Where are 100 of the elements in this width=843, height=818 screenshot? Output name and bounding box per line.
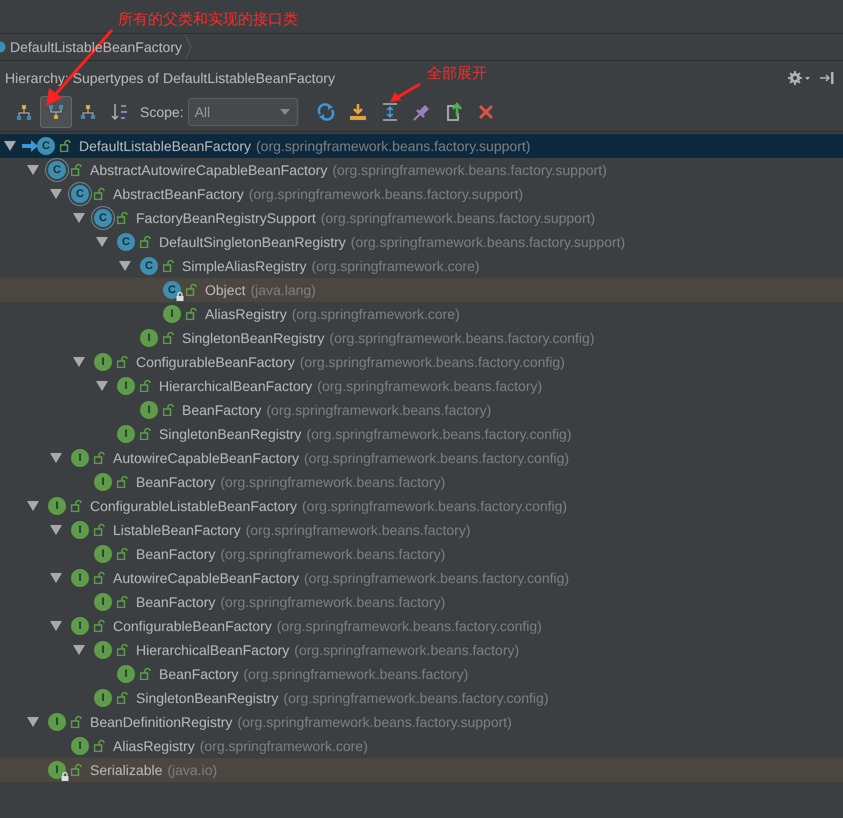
padlock-icon bbox=[94, 620, 105, 632]
type-name: AliasRegistry bbox=[205, 306, 287, 322]
type-name: ConfigurableBeanFactory bbox=[136, 354, 295, 370]
package-name: (org.springframework.beans.factory.config) bbox=[300, 354, 565, 370]
expand-triangle-icon[interactable] bbox=[73, 645, 85, 655]
breadcrumb-separator-icon bbox=[184, 34, 192, 60]
interface-icon: I bbox=[48, 497, 66, 515]
settings-icon[interactable] bbox=[787, 70, 811, 86]
tree-row[interactable]: I AutowireCapableBeanFactory (org.springframework.beans.factory.config) bbox=[0, 446, 843, 470]
interface-icon: I bbox=[140, 401, 158, 419]
type-name: HierarchicalBeanFactory bbox=[159, 378, 312, 394]
tree-row[interactable]: C SimpleAliasRegistry (org.springframework.core) bbox=[0, 254, 843, 278]
expand-triangle-icon[interactable] bbox=[50, 453, 62, 463]
download-icon[interactable] bbox=[348, 102, 368, 122]
sort-icon[interactable] bbox=[110, 102, 130, 122]
package-name: (java.lang) bbox=[250, 282, 316, 298]
expand-triangle-icon[interactable] bbox=[27, 165, 39, 175]
tree-row[interactable]: I AliasRegistry (org.springframework.core) bbox=[0, 302, 843, 326]
interface-icon: I bbox=[94, 473, 112, 491]
interface-icon: I bbox=[94, 689, 112, 707]
tree-row[interactable]: I BeanFactory (org.springframework.beans.factory) bbox=[0, 590, 843, 614]
expand-triangle-icon[interactable] bbox=[27, 501, 39, 511]
type-name: BeanDefinitionRegistry bbox=[90, 714, 232, 730]
padlock-icon bbox=[117, 356, 128, 368]
tree-row[interactable]: I BeanFactory (org.springframework.beans.factory) bbox=[0, 470, 843, 494]
type-name: ConfigurableListableBeanFactory bbox=[90, 498, 298, 514]
lock-icon bbox=[176, 292, 184, 301]
type-name: BeanFactory bbox=[136, 594, 216, 610]
package-name: (org.springframework.beans.factory.config) bbox=[304, 450, 570, 466]
tree-row[interactable]: C Object (java.lang) bbox=[0, 278, 843, 302]
class-icon: C bbox=[163, 281, 181, 299]
class-icon: C bbox=[37, 137, 55, 155]
padlock-icon bbox=[71, 716, 82, 728]
subtypes-icon bbox=[80, 104, 96, 120]
expand-triangle-icon[interactable] bbox=[96, 381, 108, 391]
tree-row[interactable]: I ConfigurableBeanFactory (org.springframework.beans.factory.config) bbox=[0, 350, 843, 374]
tree-row[interactable]: C DefaultSingletonBeanRegistry (org.springframework.beans.factory.support) bbox=[0, 230, 843, 254]
tree-row[interactable]: I SingletonBeanRegistry (org.springframework.beans.factory.config) bbox=[0, 686, 843, 710]
supertypes-button[interactable] bbox=[40, 96, 72, 128]
padlock-icon bbox=[94, 740, 105, 752]
class-icon: C bbox=[71, 185, 89, 203]
tree-row[interactable]: I AutowireCapableBeanFactory (org.springframework.beans.factory.config) bbox=[0, 566, 843, 590]
tree-row[interactable]: I BeanFactory (org.springframework.beans.factory) bbox=[0, 542, 843, 566]
padlock-icon bbox=[94, 188, 105, 200]
type-name: AutowireCapableBeanFactory bbox=[113, 450, 299, 466]
supertypes-icon bbox=[48, 104, 64, 120]
tree-row[interactable]: I HierarchicalBeanFactory (org.springframework.beans.factory) bbox=[0, 638, 843, 662]
tree-row[interactable]: I BeanDefinitionRegistry (org.springframework.beans.factory.support) bbox=[0, 710, 843, 734]
package-name: (org.springframework.beans.factory) bbox=[317, 378, 542, 394]
expand-triangle-icon[interactable] bbox=[50, 621, 62, 631]
pin-icon[interactable] bbox=[412, 102, 432, 122]
expand-triangle-icon[interactable] bbox=[73, 357, 85, 367]
hide-panel-icon[interactable] bbox=[819, 71, 835, 85]
tree-row[interactable]: I ListableBeanFactory (org.springframework.beans.factory) bbox=[0, 518, 843, 542]
package-name: (org.springframework.core) bbox=[200, 738, 368, 754]
tree-row[interactable]: I ConfigurableBeanFactory (org.springframework.beans.factory.config) bbox=[0, 614, 843, 638]
tree-row[interactable]: I ConfigurableListableBeanFactory (org.springframework.beans.factory.config) bbox=[0, 494, 843, 518]
tree-row[interactable]: I BeanFactory (org.springframework.beans.factory) bbox=[0, 662, 843, 686]
tree-row[interactable]: C DefaultListableBeanFactory (org.springframework.beans.factory.support) bbox=[0, 134, 843, 158]
tree-row[interactable]: I SingletonBeanRegistry (org.springframework.beans.factory.config) bbox=[0, 326, 843, 350]
tree-row[interactable]: C FactoryBeanRegistrySupport (org.springframework.beans.factory.support) bbox=[0, 206, 843, 230]
tree-row[interactable]: I HierarchicalBeanFactory (org.springframework.beans.factory) bbox=[0, 374, 843, 398]
package-name: (org.springframework.beans.factory.support) bbox=[248, 186, 524, 202]
dropdown-caret-icon bbox=[278, 108, 291, 116]
refresh-icon[interactable] bbox=[316, 102, 336, 122]
type-name: BeanFactory bbox=[159, 666, 238, 682]
class-icon: C bbox=[94, 209, 112, 227]
expand-triangle-icon[interactable] bbox=[73, 213, 85, 223]
tree-row[interactable]: I SingletonBeanRegistry (org.springframework.beans.factory.config) bbox=[0, 422, 843, 446]
tree-row[interactable]: I AliasRegistry (org.springframework.core) bbox=[0, 734, 843, 758]
tree-row[interactable]: I BeanFactory (org.springframework.beans.factory) bbox=[0, 398, 843, 422]
expand-triangle-icon[interactable] bbox=[27, 717, 39, 727]
padlock-icon bbox=[117, 548, 128, 560]
expand-triangle-icon[interactable] bbox=[50, 189, 62, 199]
padlock-icon bbox=[71, 500, 82, 512]
type-name: ConfigurableBeanFactory bbox=[113, 618, 272, 634]
interface-icon: I bbox=[117, 377, 135, 395]
type-name: BeanFactory bbox=[136, 474, 216, 490]
package-name: (org.springframework.beans.factory) bbox=[220, 594, 446, 610]
expand-triangle-icon[interactable] bbox=[50, 525, 62, 535]
expand-triangle-icon[interactable] bbox=[4, 141, 16, 151]
padlock-icon bbox=[94, 452, 105, 464]
padlock-icon bbox=[94, 572, 105, 584]
tree-row[interactable]: I Serializable (java.io) bbox=[0, 758, 843, 782]
type-name: FactoryBeanRegistrySupport bbox=[136, 210, 316, 226]
interface-icon: I bbox=[94, 641, 112, 659]
expand-triangle-icon[interactable] bbox=[96, 237, 108, 247]
expand-triangle-icon[interactable] bbox=[119, 261, 131, 271]
interface-icon: I bbox=[48, 713, 66, 731]
type-name: DefaultListableBeanFactory bbox=[79, 138, 251, 154]
padlock-icon bbox=[71, 164, 82, 176]
padlock-icon bbox=[163, 260, 174, 272]
tree-row[interactable]: C AbstractAutowireCapableBeanFactory (org.springframework.beans.factory.support) bbox=[0, 158, 843, 182]
scope-dropdown[interactable]: All bbox=[188, 98, 298, 126]
expand-triangle-icon[interactable] bbox=[50, 573, 62, 583]
tree-row[interactable]: C AbstractBeanFactory (org.springframework.beans.factory.support) bbox=[0, 182, 843, 206]
package-name: (org.springframework.core) bbox=[311, 258, 480, 274]
padlock-icon bbox=[117, 212, 128, 224]
padlock-icon bbox=[163, 404, 174, 416]
padlock-icon bbox=[163, 332, 174, 344]
